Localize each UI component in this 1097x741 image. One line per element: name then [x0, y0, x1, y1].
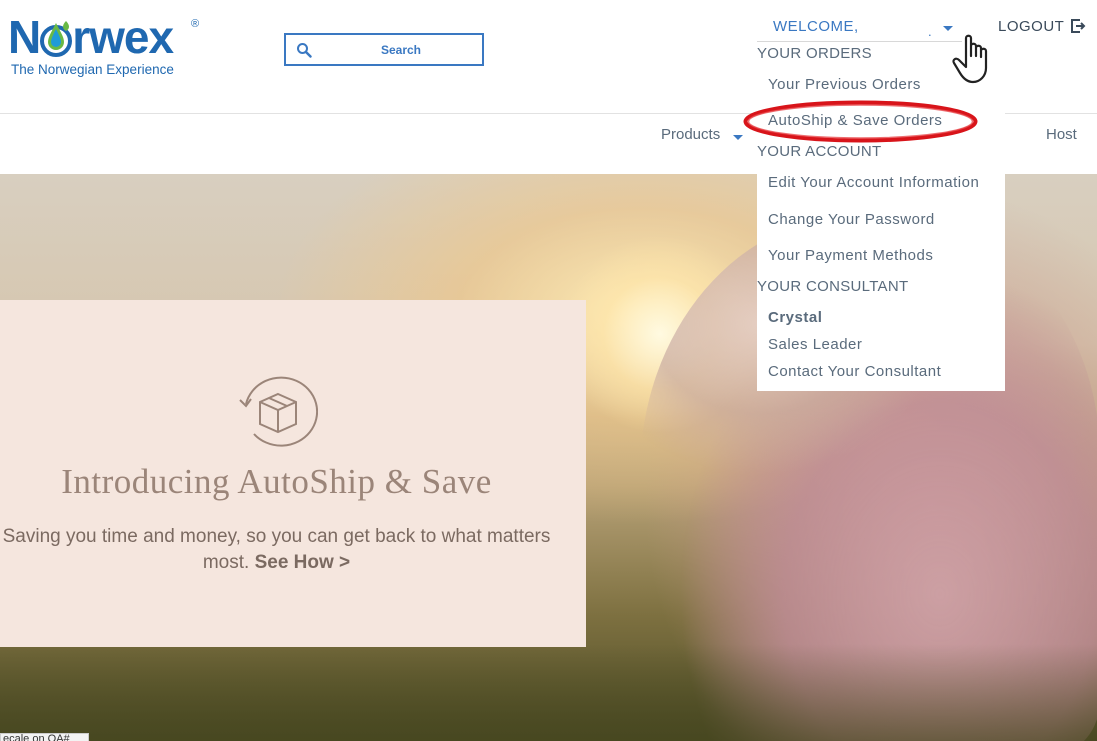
caret-down-icon — [943, 26, 953, 31]
autoship-promo-panel: Introducing AutoShip & Save Saving you t… — [0, 300, 586, 647]
menu-heading-account: YOUR ACCOUNT — [757, 143, 882, 160]
page: N rwex ® The Norwegian Experience Search… — [0, 0, 1097, 741]
menu-item-payment-methods[interactable]: Your Payment Methods — [768, 247, 933, 264]
welcome-menu-toggle[interactable]: WELCOME, . — [757, 14, 962, 42]
welcome-label: WELCOME, — [773, 18, 859, 35]
footer-tag: ecale on OA# — [0, 733, 89, 741]
nav-products[interactable]: Products — [661, 126, 720, 143]
logo-letters-rwex: rwex — [72, 11, 174, 63]
see-how-link[interactable]: See How > — [255, 552, 351, 573]
search-box — [284, 33, 484, 66]
logo-wordmark: N rwex — [8, 11, 174, 63]
nav-host[interactable]: Host — [1046, 126, 1077, 143]
menu-item-edit-account[interactable]: Edit Your Account Information — [768, 174, 979, 191]
logout-icon[interactable] — [1070, 18, 1086, 34]
logo-letter-n: N — [8, 11, 41, 63]
menu-heading-consultant: YOUR CONSULTANT — [757, 278, 909, 295]
logout-link[interactable]: LOGOUT — [998, 18, 1064, 38]
menu-item-autoship-orders[interactable]: AutoShip & Save Orders — [768, 112, 942, 129]
menu-item-previous-orders[interactable]: Your Previous Orders — [768, 76, 921, 93]
autoship-box-icon — [238, 374, 319, 448]
registered-mark: ® — [191, 18, 200, 30]
caret-down-icon[interactable] — [733, 135, 743, 140]
norwex-logo[interactable]: N rwex ® The Norwegian Experience — [8, 14, 208, 80]
logo-tagline: The Norwegian Experience — [11, 62, 174, 77]
hero-photo-grass — [0, 644, 1097, 741]
consultant-name: Crystal — [768, 309, 823, 326]
user-name: . — [928, 24, 932, 39]
account-dropdown-menu: YOUR ORDERS Your Previous Orders AutoShi… — [757, 42, 1005, 391]
search-icon[interactable] — [296, 42, 312, 58]
search-input[interactable] — [326, 38, 476, 62]
menu-item-contact-consultant[interactable]: Contact Your Consultant — [768, 363, 941, 380]
menu-heading-orders: YOUR ORDERS — [757, 45, 872, 62]
logo-drop-icon — [40, 17, 73, 57]
promo-title: Introducing AutoShip & Save — [61, 462, 492, 501]
promo-text: Saving you time and money, so you can ge… — [0, 524, 553, 576]
menu-item-change-password[interactable]: Change Your Password — [768, 211, 935, 228]
consultant-role: Sales Leader — [768, 336, 863, 353]
